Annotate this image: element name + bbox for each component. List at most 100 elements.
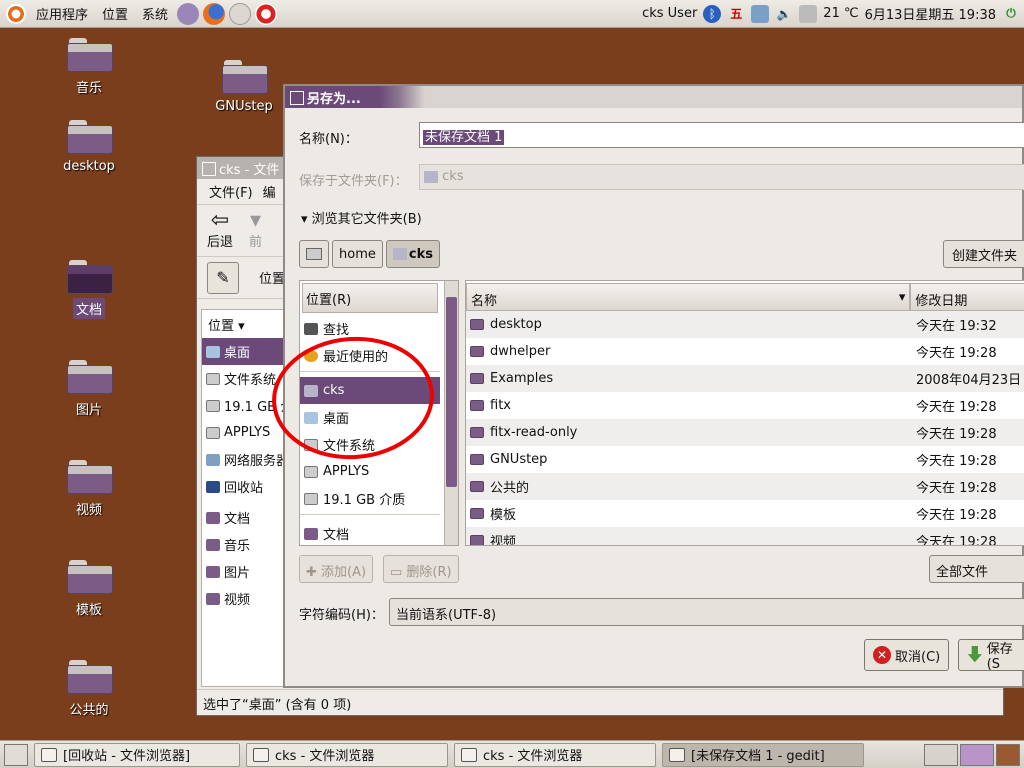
file-row[interactable]: fitx-read-only 今天在 19:28 <box>466 419 1024 446</box>
folder-icon <box>222 60 268 94</box>
workspace-1[interactable] <box>924 743 958 766</box>
file-row[interactable]: desktop 今天在 19:32 <box>466 311 1024 338</box>
sidebar-item-desktop[interactable]: 桌面 <box>202 338 284 365</box>
desktop-icon-public[interactable]: 公共的 <box>49 660 129 719</box>
help-icon[interactable] <box>255 2 278 25</box>
file-name-cell: fitx <box>466 398 912 413</box>
file-name: dwhelper <box>490 344 551 359</box>
file-modified: 今天在 19:28 <box>916 535 997 546</box>
firefox-icon[interactable] <box>203 2 226 25</box>
path-home-button[interactable]: home <box>332 240 383 268</box>
browse-folders-expander[interactable]: ▾ 浏览其它文件夹(B) <box>301 208 422 227</box>
sidebar-item-label: 网络服务器 <box>224 454 284 469</box>
file-name: 视频 <box>490 535 517 546</box>
add-bookmark-button[interactable]: ✚ 添加(A) <box>299 555 374 583</box>
drive-icon <box>306 248 322 260</box>
modified-column-header[interactable]: 修改日期 <box>910 283 1024 311</box>
sidebar-header[interactable]: 位置 ▾ <box>202 310 284 338</box>
forward-button[interactable]: ▾ 前 <box>249 210 262 251</box>
file-filter-combo[interactable]: 全部文件 <box>929 555 1024 583</box>
place-applys[interactable]: APPLYS <box>300 458 440 485</box>
pidgin-icon[interactable] <box>177 2 200 25</box>
dialog-title[interactable]: 另存为... <box>285 86 1022 108</box>
trash-applet-icon[interactable] <box>996 743 1020 766</box>
scrollbar-thumb[interactable] <box>446 297 457 487</box>
folder-icon <box>470 373 484 384</box>
sidebar-item-label: 回收站 <box>224 481 264 496</box>
place-recent[interactable]: 最近使用的 <box>300 342 440 369</box>
place-volume[interactable]: 19.1 GB 介质 <box>300 485 440 512</box>
drive-icon <box>304 492 318 505</box>
path-root-button[interactable] <box>299 240 329 268</box>
sidebar-item-documents[interactable]: 文档 <box>202 504 284 531</box>
sidebar-item-videos[interactable]: 视频 <box>202 585 284 612</box>
system-menu[interactable]: 系统 <box>135 4 175 23</box>
sidebar-item-music[interactable]: 音乐 <box>202 531 284 558</box>
logout-icon[interactable]: ⏻ <box>1002 5 1020 23</box>
path-cks-button[interactable]: cks <box>385 240 440 268</box>
file-row[interactable]: 模板 今天在 19:28 <box>466 500 1024 527</box>
mail-icon[interactable] <box>229 2 252 25</box>
desktop-icon-music[interactable]: 音乐 <box>49 38 129 97</box>
place-cks[interactable]: cks <box>300 377 440 404</box>
file-name-cell: 公共的 <box>466 477 912 496</box>
file-row[interactable]: 视频 今天在 19:28 <box>466 527 1024 546</box>
places-scrollbar[interactable] <box>444 281 458 545</box>
cancel-icon: ✕ <box>873 646 891 664</box>
create-folder-button[interactable]: 创建文件夹 <box>942 240 1024 268</box>
taskbar-item-browser-2[interactable]: cks - 文件浏览器 <box>454 742 656 767</box>
input-method-icon[interactable]: 五 <box>727 5 745 23</box>
cancel-button[interactable]: ✕ 取消(C) <box>864 639 950 671</box>
file-row[interactable]: fitx 今天在 19:28 <box>466 392 1024 419</box>
ubuntu-logo-icon[interactable] <box>6 3 26 24</box>
sidebar-item-pictures[interactable]: 图片 <box>202 558 284 585</box>
workspace-2[interactable] <box>960 743 994 766</box>
sidebar-item-volume[interactable]: 19.1 GB 介 <box>202 392 284 419</box>
desktop-icon-desktop[interactable]: desktop <box>49 120 129 175</box>
taskbar-item-browser-1[interactable]: cks - 文件浏览器 <box>246 742 448 767</box>
save-in-folder-combo[interactable]: cks <box>419 164 1024 190</box>
name-column-header[interactable]: 名称 ▾ <box>466 283 911 311</box>
taskbar-item-trash[interactable]: [回收站 - 文件浏览器] <box>34 742 240 767</box>
clock[interactable]: 6月13日星期五 19:38 <box>865 4 996 23</box>
show-desktop-icon[interactable] <box>4 743 28 766</box>
network-icon[interactable] <box>751 4 770 23</box>
file-row[interactable]: dwhelper 今天在 19:28 <box>466 338 1024 365</box>
sidebar-item-trash[interactable]: 回收站 <box>202 473 284 500</box>
taskbar-item-gedit[interactable]: [未保存文档 1 - gedit] <box>662 742 864 767</box>
place-filesystem[interactable]: 文件系统 <box>300 431 440 458</box>
applications-menu[interactable]: 应用程序 <box>29 4 95 23</box>
filename-input[interactable]: 未保存文档 1 <box>419 122 1024 148</box>
sidebar-item-network[interactable]: 网络服务器 <box>202 446 284 473</box>
volume-icon[interactable]: 🔈 <box>775 5 793 23</box>
desktop-icon-templates[interactable]: 模板 <box>49 560 129 619</box>
file-row[interactable]: Examples 2008年04月23日 <box>466 365 1024 392</box>
user-name[interactable]: cks User <box>642 6 697 21</box>
file-row[interactable]: 公共的 今天在 19:28 <box>466 473 1024 500</box>
weather-temp[interactable]: 21 ℃ <box>823 6 858 21</box>
desktop-icon-documents[interactable]: 文档 <box>49 260 129 319</box>
bluetooth-icon[interactable]: ᛒ <box>703 4 722 23</box>
remove-bookmark-button[interactable]: ▭ 删除(R) <box>383 555 459 583</box>
edit-menu[interactable]: 编 <box>263 182 276 201</box>
back-button[interactable]: ⇦ 后退 <box>207 210 233 251</box>
encoding-combo[interactable]: 当前语系(UTF-8) <box>389 598 1024 626</box>
places-header[interactable]: 位置(R) <box>302 283 438 313</box>
desktop-icon-gnustep[interactable]: GNUstep <box>204 60 284 115</box>
file-name-cell: GNUstep <box>466 452 912 467</box>
bookmark-documents[interactable]: 文档 <box>300 520 440 545</box>
desktop-icon-pictures[interactable]: 图片 <box>49 360 129 419</box>
edit-location-icon[interactable]: ✎ <box>207 261 239 294</box>
file-menu[interactable]: 文件(F) <box>209 182 253 201</box>
save-button[interactable]: 保存(S <box>958 639 1024 672</box>
file-row[interactable]: GNUstep 今天在 19:28 <box>466 446 1024 473</box>
sidebar-item-filesystem[interactable]: 文件系统 <box>202 365 284 392</box>
folder-icon <box>206 592 220 605</box>
places-menu[interactable]: 位置 <box>95 4 135 23</box>
sidebar-item-applys[interactable]: APPLYS <box>202 419 284 446</box>
place-label: 最近使用的 <box>323 350 389 365</box>
place-desktop[interactable]: 桌面 <box>300 404 440 431</box>
place-search[interactable]: 查找 <box>300 315 440 342</box>
folder-icon <box>67 660 113 694</box>
desktop-icon-videos[interactable]: 视频 <box>49 460 129 519</box>
